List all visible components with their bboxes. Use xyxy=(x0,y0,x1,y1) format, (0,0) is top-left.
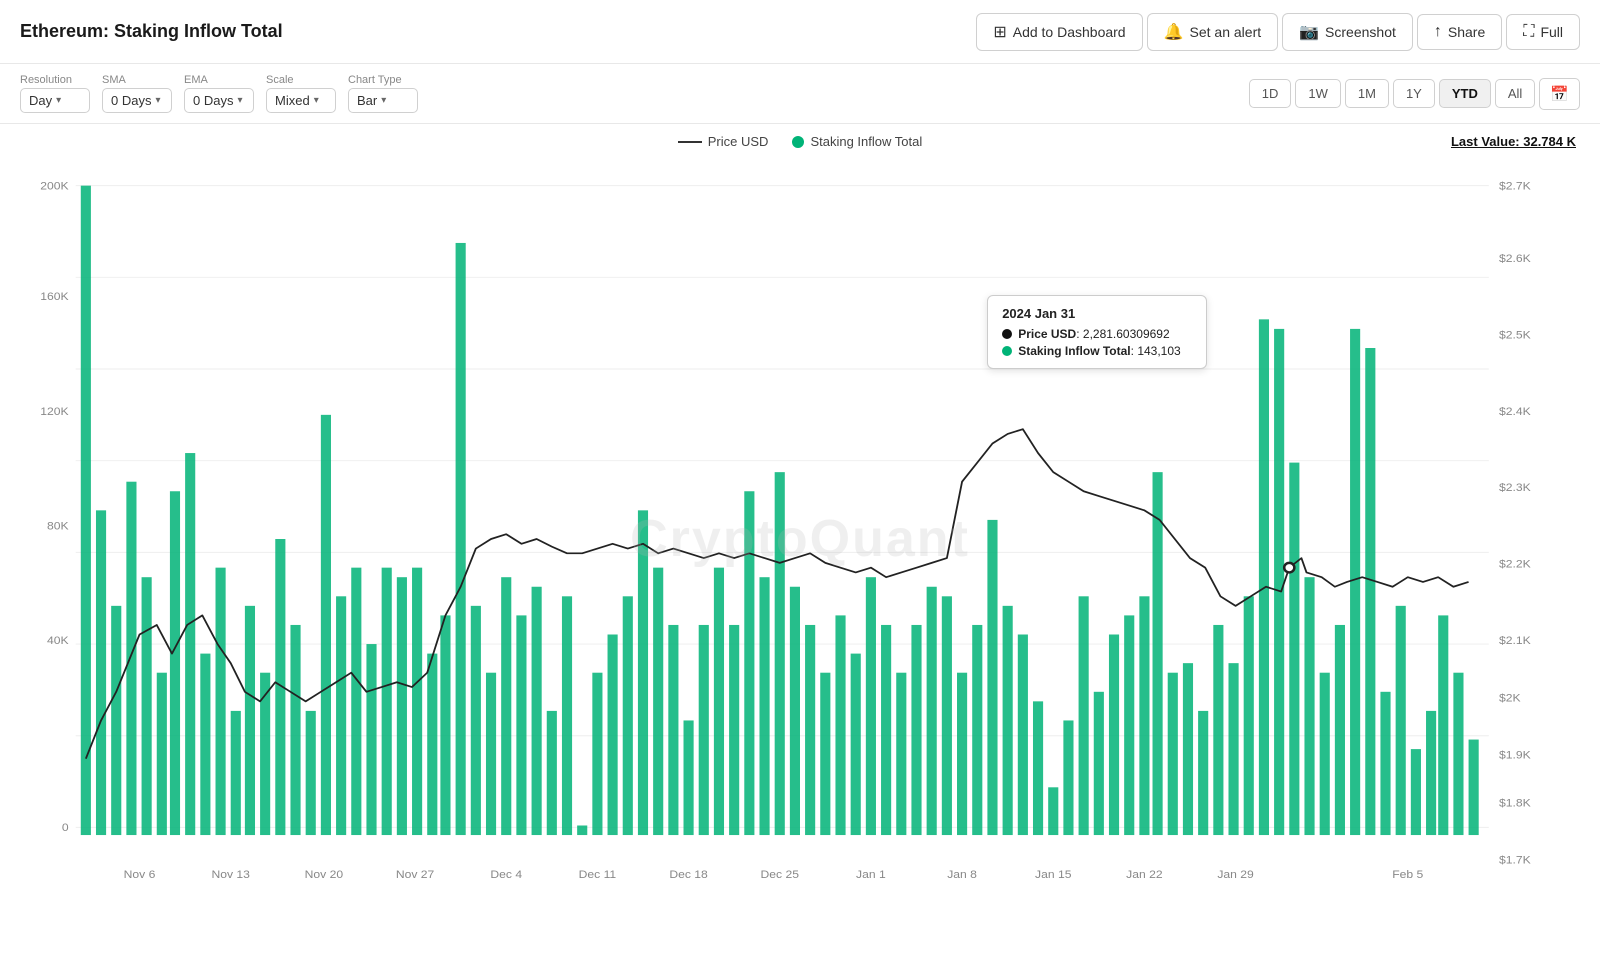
svg-text:Jan 29: Jan 29 xyxy=(1217,867,1253,881)
svg-text:$2.7K: $2.7K xyxy=(1499,179,1531,193)
resolution-chevron-icon: ▾ xyxy=(56,95,61,106)
svg-text:Dec 11: Dec 11 xyxy=(579,867,617,881)
chart-container: Price USD Staking Inflow Total Last Valu… xyxy=(0,124,1600,958)
chart-svg: 200K 160K 120K 80K 40K 0 $2.7K $2.6K $2.… xyxy=(20,157,1580,921)
sma-select[interactable]: 0 Days ▾ xyxy=(102,88,172,113)
time-btn-1y[interactable]: 1Y xyxy=(1393,79,1435,108)
bell-icon: 🔔 xyxy=(1164,22,1184,42)
time-btn-1m[interactable]: 1M xyxy=(1345,79,1389,108)
svg-text:$2.1K: $2.1K xyxy=(1499,633,1531,647)
sma-control: SMA 0 Days ▾ xyxy=(102,74,172,113)
chart-legend: Price USD Staking Inflow Total xyxy=(20,134,1580,149)
set-alert-button[interactable]: 🔔 Set an alert xyxy=(1147,13,1279,51)
svg-text:Jan 8: Jan 8 xyxy=(947,867,977,881)
last-value-label: Last Value: 32.784 K xyxy=(1451,134,1576,149)
time-btn-all[interactable]: All xyxy=(1495,79,1535,108)
legend-staking-dot xyxy=(792,136,804,148)
chart-type-chevron-icon: ▾ xyxy=(381,95,386,106)
resolution-control: Resolution Day ▾ xyxy=(20,74,90,113)
svg-text:40K: 40K xyxy=(47,633,69,647)
share-icon: ↑ xyxy=(1434,23,1442,41)
svg-text:$2.4K: $2.4K xyxy=(1499,404,1531,418)
dashboard-icon: ⊞ xyxy=(993,22,1006,42)
svg-text:Nov 13: Nov 13 xyxy=(211,867,250,881)
svg-text:$1.7K: $1.7K xyxy=(1499,853,1531,867)
svg-text:Nov 27: Nov 27 xyxy=(396,867,434,881)
time-controls: 1D 1W 1M 1Y YTD All 📅 xyxy=(1249,78,1580,110)
svg-text:80K: 80K xyxy=(47,519,69,533)
time-btn-1d[interactable]: 1D xyxy=(1249,79,1292,108)
svg-text:160K: 160K xyxy=(40,290,68,304)
camera-icon: 📷 xyxy=(1299,22,1319,42)
legend-price: Price USD xyxy=(678,134,769,149)
svg-text:$2.3K: $2.3K xyxy=(1499,481,1531,495)
svg-text:Feb 5: Feb 5 xyxy=(1392,867,1423,881)
svg-text:120K: 120K xyxy=(40,404,68,418)
svg-text:Nov 6: Nov 6 xyxy=(124,867,156,881)
scale-control: Scale Mixed ▾ xyxy=(266,74,336,113)
calendar-button[interactable]: 📅 xyxy=(1539,78,1580,110)
page-title: Ethereum: Staking Inflow Total xyxy=(20,21,283,42)
ema-chevron-icon: ▾ xyxy=(237,95,242,106)
full-button[interactable]: ⛶ Full xyxy=(1506,14,1580,50)
scale-chevron-icon: ▾ xyxy=(314,95,319,106)
resolution-select[interactable]: Day ▾ xyxy=(20,88,90,113)
svg-text:0: 0 xyxy=(62,821,69,835)
screenshot-button[interactable]: 📷 Screenshot xyxy=(1282,13,1413,51)
svg-text:$2.2K: $2.2K xyxy=(1499,557,1531,571)
ema-control: EMA 0 Days ▾ xyxy=(184,74,254,113)
header: Ethereum: Staking Inflow Total ⊞ Add to … xyxy=(0,0,1600,64)
svg-text:Jan 1: Jan 1 xyxy=(856,867,886,881)
fullscreen-icon: ⛶ xyxy=(1523,23,1534,41)
time-btn-ytd[interactable]: YTD xyxy=(1439,79,1491,108)
time-btn-1w[interactable]: 1W xyxy=(1295,79,1341,108)
svg-text:$2.5K: $2.5K xyxy=(1499,328,1531,342)
svg-text:Jan 22: Jan 22 xyxy=(1126,867,1162,881)
share-button[interactable]: ↑ Share xyxy=(1417,14,1502,50)
chart-type-control: Chart Type Bar ▾ xyxy=(348,74,418,113)
sma-chevron-icon: ▾ xyxy=(155,95,160,106)
chart-type-select[interactable]: Bar ▾ xyxy=(348,88,418,113)
svg-text:Nov 20: Nov 20 xyxy=(305,867,344,881)
ema-select[interactable]: 0 Days ▾ xyxy=(184,88,254,113)
svg-text:Dec 18: Dec 18 xyxy=(669,867,708,881)
svg-text:Jan 15: Jan 15 xyxy=(1035,867,1072,881)
svg-text:Dec 25: Dec 25 xyxy=(761,867,800,881)
toolbar-controls: Resolution Day ▾ SMA 0 Days ▾ EMA 0 Days… xyxy=(20,74,418,113)
chart-svg-wrapper: CryptoQuant 2024 Jan 31 Price USD: 2,281… xyxy=(20,157,1580,921)
svg-text:$2.6K: $2.6K xyxy=(1499,251,1531,265)
header-actions: ⊞ Add to Dashboard 🔔 Set an alert 📷 Scre… xyxy=(976,13,1580,51)
add-to-dashboard-button[interactable]: ⊞ Add to Dashboard xyxy=(976,13,1142,51)
svg-text:200K: 200K xyxy=(40,179,68,193)
svg-text:$1.8K: $1.8K xyxy=(1499,796,1531,810)
svg-text:Dec 4: Dec 4 xyxy=(490,867,522,881)
scale-select[interactable]: Mixed ▾ xyxy=(266,88,336,113)
svg-text:$1.9K: $1.9K xyxy=(1499,748,1531,762)
toolbar: Resolution Day ▾ SMA 0 Days ▾ EMA 0 Days… xyxy=(0,64,1600,124)
legend-staking: Staking Inflow Total xyxy=(792,134,922,149)
svg-text:$2K: $2K xyxy=(1499,691,1521,705)
legend-price-line xyxy=(678,141,702,143)
